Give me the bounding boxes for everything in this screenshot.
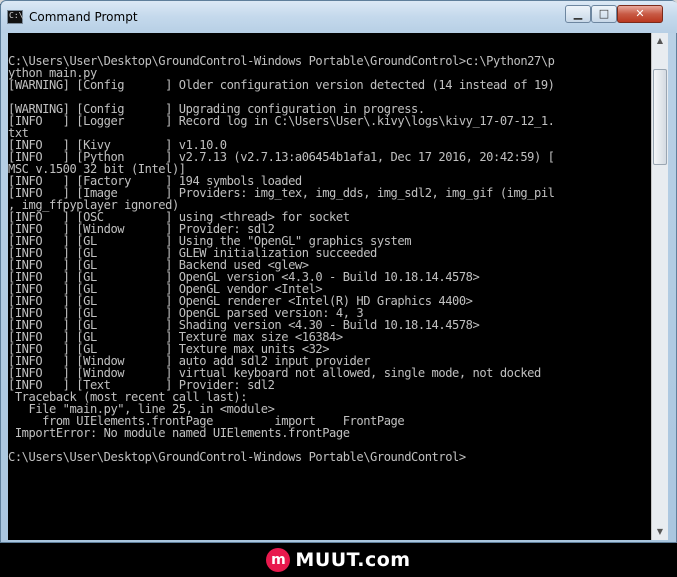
cmd-icon: C:\: [7, 10, 23, 24]
console-line: [INFO ] [Logger ] Record log in C:\Users…: [8, 114, 555, 128]
muut-logo-icon: m: [266, 548, 291, 572]
scroll-down-arrow-icon[interactable]: ▼: [652, 524, 668, 540]
close-button[interactable]: ✕: [617, 5, 663, 23]
minimize-button[interactable]: ▁: [565, 5, 591, 23]
window-title: Command Prompt: [29, 10, 138, 24]
watermark-footer: m MUUT.com: [0, 543, 677, 577]
console-line: [WARNING] [Config ] Older configuration …: [8, 78, 555, 92]
maximize-button[interactable]: □: [591, 5, 617, 23]
console-output[interactable]: C:\Users\User\Desktop\GroundControl-Wind…: [8, 33, 651, 540]
scrollbar-thumb[interactable]: [653, 69, 667, 165]
title-bar[interactable]: C:\ Command Prompt ▁ □ ✕: [1, 1, 677, 33]
watermark-text: MUUT.com: [295, 549, 411, 571]
console-line: ImportError: No module named UIElements.…: [8, 426, 350, 440]
vertical-scrollbar[interactable]: ▲ ▼: [651, 33, 668, 540]
command-prompt-window: C:\ Command Prompt ▁ □ ✕ C:\Users\User\D…: [0, 0, 677, 543]
console-text: C:\Users\User\Desktop\GroundControl-Wind…: [8, 33, 651, 463]
scroll-up-arrow-icon[interactable]: ▲: [652, 33, 668, 49]
console-line: C:\Users\User\Desktop\GroundControl-Wind…: [8, 450, 466, 464]
